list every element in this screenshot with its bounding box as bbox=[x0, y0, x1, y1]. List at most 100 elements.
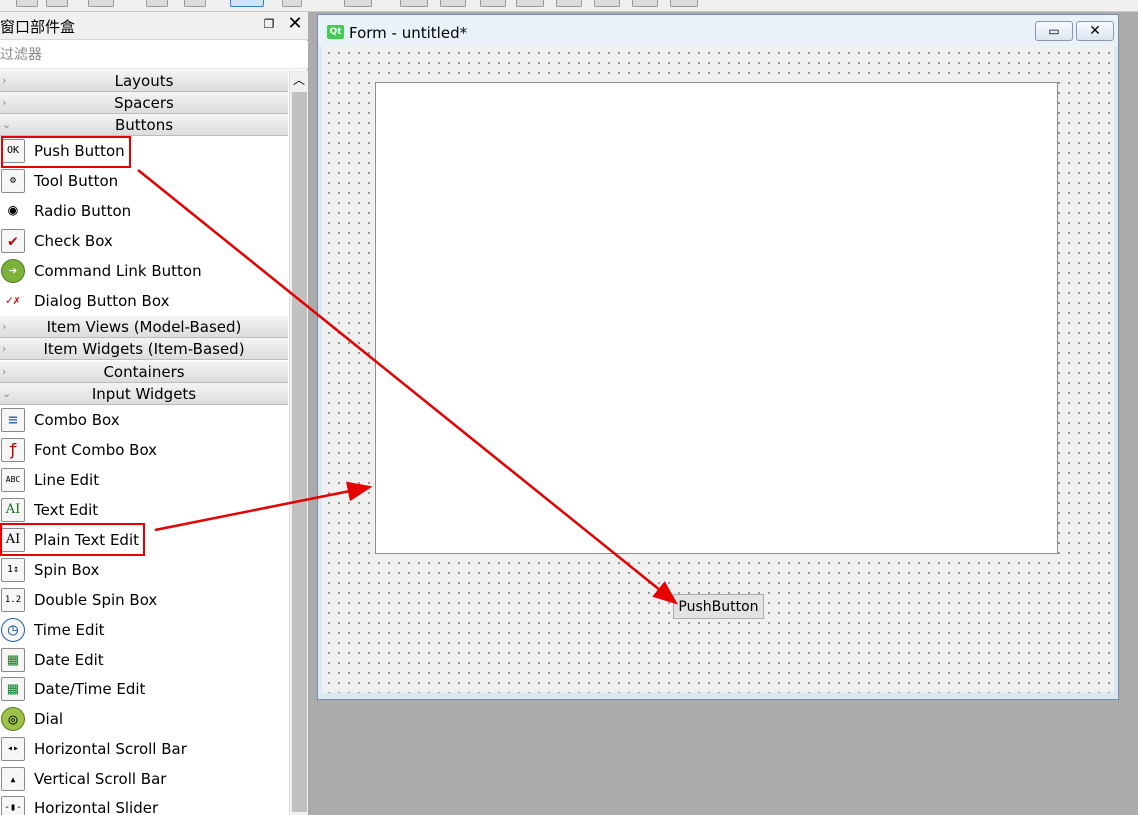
widget-item-label: Time Edit bbox=[34, 621, 105, 639]
dial-icon: ◎ bbox=[1, 707, 25, 731]
toolbar-layout-v-icon[interactable] bbox=[440, 0, 466, 7]
category-label: Item Views (Model-Based) bbox=[46, 318, 242, 336]
widget-item-text-edit[interactable]: AI Text Edit bbox=[0, 495, 288, 525]
highlight-plain-text-edit bbox=[0, 523, 145, 556]
widget-item-spin-box[interactable]: 1↕ Spin Box bbox=[0, 555, 288, 585]
widget-item-time-edit[interactable]: ◷ Time Edit bbox=[0, 615, 288, 645]
horizontal-scroll-bar-icon: ◂▸ bbox=[1, 737, 25, 761]
calendar-icon: ▦ bbox=[1, 648, 25, 672]
widget-item-label: Spin Box bbox=[34, 561, 100, 579]
push-button-widget[interactable]: PushButton bbox=[673, 594, 764, 619]
chevron-down-icon: ⌄ bbox=[2, 387, 12, 400]
widget-item-label: Dial bbox=[34, 710, 64, 728]
widget-item-label: Command Link Button bbox=[34, 262, 202, 280]
widget-item-label: Font Combo Box bbox=[34, 441, 158, 459]
category-label: Layouts bbox=[114, 72, 174, 90]
category-input-widgets[interactable]: ⌄ Input Widgets bbox=[0, 383, 288, 405]
widget-item-dial[interactable]: ◎ Dial bbox=[0, 704, 288, 734]
chevron-down-icon: ⌄ bbox=[2, 118, 12, 131]
chevron-right-icon: › bbox=[2, 74, 7, 87]
category-item-views[interactable]: › Item Views (Model-Based) bbox=[0, 316, 288, 338]
widget-box-titlebar: 窗口部件盒 ❐ ✕ bbox=[0, 12, 308, 40]
widget-item-label: Date/Time Edit bbox=[34, 680, 146, 698]
chevron-right-icon: › bbox=[2, 96, 7, 109]
widget-list: › Layouts › Spacers ⌄ Buttons OK Push Bu… bbox=[0, 70, 289, 815]
widget-item-command-link-button[interactable]: ➔ Command Link Button bbox=[0, 256, 288, 286]
category-label: Input Widgets bbox=[91, 385, 197, 403]
widget-item-label: Check Box bbox=[34, 232, 113, 250]
line-edit-icon: ABC bbox=[1, 468, 25, 492]
category-spacers[interactable]: › Spacers bbox=[0, 92, 288, 114]
category-layouts[interactable]: › Layouts bbox=[0, 70, 288, 92]
widget-item-date-time-edit[interactable]: ▦ Date/Time Edit bbox=[0, 674, 288, 704]
category-item-widgets[interactable]: › Item Widgets (Item-Based) bbox=[0, 338, 288, 360]
widget-item-tool-button[interactable]: ⚙ Tool Button bbox=[0, 166, 288, 196]
category-containers[interactable]: › Containers bbox=[0, 361, 288, 383]
toolbar-adjust-size-icon[interactable] bbox=[670, 0, 698, 7]
chevron-right-icon: › bbox=[2, 342, 7, 355]
widget-item-font-combo-box[interactable]: ƒ Font Combo Box bbox=[0, 435, 288, 465]
widget-item-label: Tool Button bbox=[34, 172, 119, 190]
widget-item-radio-button[interactable]: ◉ Radio Button bbox=[0, 196, 288, 226]
minimize-icon[interactable]: ▭ bbox=[1035, 21, 1073, 41]
font-combo-box-icon: ƒ bbox=[1, 438, 25, 462]
widget-item-combo-box[interactable]: ≡ Combo Box bbox=[0, 405, 288, 435]
command-link-icon: ➔ bbox=[1, 259, 25, 283]
double-spin-box-icon: 1.2 bbox=[1, 588, 25, 612]
toolbar-signals-icon[interactable] bbox=[344, 0, 372, 7]
close-icon[interactable]: ✕ bbox=[1076, 21, 1114, 41]
qt-logo-icon: Qt bbox=[327, 25, 344, 39]
horizontal-slider-icon: -▮- bbox=[1, 796, 25, 815]
plain-text-edit-widget[interactable] bbox=[375, 82, 1058, 554]
main-toolbar bbox=[0, 0, 1138, 12]
restore-icon[interactable]: ❐ bbox=[262, 17, 276, 31]
chevron-right-icon: › bbox=[2, 365, 7, 378]
widget-item-vertical-scroll-bar[interactable]: ▴ Vertical Scroll Bar bbox=[0, 764, 288, 794]
filter-input[interactable] bbox=[0, 41, 308, 69]
toolbar-layout-h-icon[interactable] bbox=[400, 0, 428, 7]
tool-button-icon: ⚙ bbox=[1, 169, 25, 193]
form-canvas[interactable]: PushButton bbox=[322, 46, 1114, 693]
toolbar-open-icon[interactable] bbox=[16, 0, 38, 7]
scroll-up-icon[interactable]: ︿ bbox=[290, 70, 308, 90]
widget-item-line-edit[interactable]: ABC Line Edit bbox=[0, 465, 288, 495]
toolbar-layout-split-v-icon[interactable] bbox=[516, 0, 544, 7]
widget-item-label: Date Edit bbox=[34, 651, 104, 669]
widget-list-scrollbar[interactable]: ︿ bbox=[289, 70, 308, 815]
category-buttons[interactable]: ⌄ Buttons bbox=[0, 114, 288, 136]
scrollbar-thumb[interactable] bbox=[292, 92, 307, 812]
widget-box-title: 窗口部件盒 bbox=[0, 18, 76, 36]
close-icon[interactable]: ✕ bbox=[287, 15, 303, 33]
widget-item-label: Horizontal Slider bbox=[34, 799, 159, 815]
widget-item-label: Text Edit bbox=[34, 501, 99, 519]
widget-item-check-box[interactable]: ✔ Check Box bbox=[0, 226, 288, 256]
widget-item-label: Dialog Button Box bbox=[34, 292, 170, 310]
toolbar-break-layout-icon[interactable] bbox=[632, 0, 658, 7]
toolbar-layout-grid-icon[interactable] bbox=[594, 0, 620, 7]
check-box-icon: ✔ bbox=[1, 229, 25, 253]
widget-item-double-spin-box[interactable]: 1.2 Double Spin Box bbox=[0, 585, 288, 615]
toolbar-layout-split-h-icon[interactable] bbox=[480, 0, 506, 7]
widget-item-date-edit[interactable]: ▦ Date Edit bbox=[0, 645, 288, 675]
widget-item-horizontal-scroll-bar[interactable]: ◂▸ Horizontal Scroll Bar bbox=[0, 734, 288, 764]
form-window-title: Form - untitled* bbox=[349, 24, 468, 42]
toolbar-edit-icon[interactable] bbox=[46, 0, 68, 7]
form-window: Qt Form - untitled* ▭ ✕ PushButton bbox=[317, 14, 1119, 700]
toolbar-save-icon[interactable] bbox=[88, 0, 114, 7]
toolbar-copy-icon[interactable] bbox=[184, 0, 206, 7]
toolbar-paste-icon[interactable] bbox=[282, 0, 302, 7]
category-label: Buttons bbox=[114, 116, 174, 134]
toolbar-cut-icon[interactable] bbox=[146, 0, 168, 7]
widget-item-label: Line Edit bbox=[34, 471, 100, 489]
widget-item-dialog-button-box[interactable]: ✓✗ Dialog Button Box bbox=[0, 286, 288, 316]
widget-item-label: Horizontal Scroll Bar bbox=[34, 740, 187, 758]
clock-icon: ◷ bbox=[1, 618, 25, 642]
widget-item-label: Radio Button bbox=[34, 202, 132, 220]
combo-box-icon: ≡ bbox=[1, 408, 25, 432]
widget-item-horizontal-slider[interactable]: -▮- Horizontal Slider bbox=[0, 793, 288, 815]
widget-item-label: Double Spin Box bbox=[34, 591, 158, 609]
category-label: Item Widgets (Item-Based) bbox=[43, 340, 245, 358]
toolbar-edit-widgets-icon[interactable] bbox=[230, 0, 264, 7]
form-window-titlebar[interactable]: Qt Form - untitled* ▭ ✕ bbox=[318, 15, 1118, 46]
toolbar-layout-form-icon[interactable] bbox=[556, 0, 582, 7]
